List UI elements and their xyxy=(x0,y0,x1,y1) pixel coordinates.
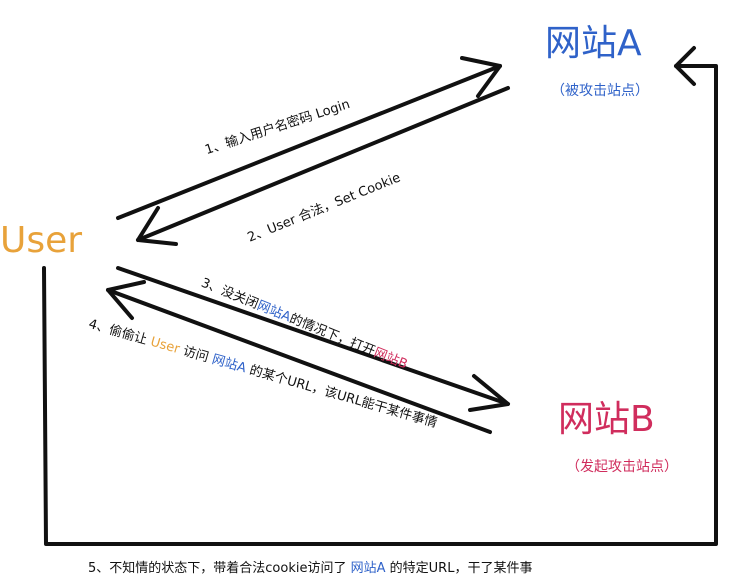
step-5-label: 5、不知情的状态下，带着合法cookie访问了 网站A 的特定URL，干了某件事 xyxy=(88,557,532,576)
step-5-site-a: 网站A xyxy=(350,561,386,576)
step-5-post: 的特定URL，干了某件事 xyxy=(385,561,533,576)
step-5-pre: 5、不知情的状态下，带着合法cookie访问了 xyxy=(88,561,351,576)
site-a-subtitle: （被攻击站点） xyxy=(551,83,649,99)
site-a-label: 网站A xyxy=(545,23,642,64)
site-b-label: 网站B xyxy=(558,399,655,440)
arrow-login xyxy=(116,64,502,220)
user-label: User xyxy=(0,220,83,261)
site-b-subtitle: （发起攻击站点） xyxy=(566,459,678,475)
